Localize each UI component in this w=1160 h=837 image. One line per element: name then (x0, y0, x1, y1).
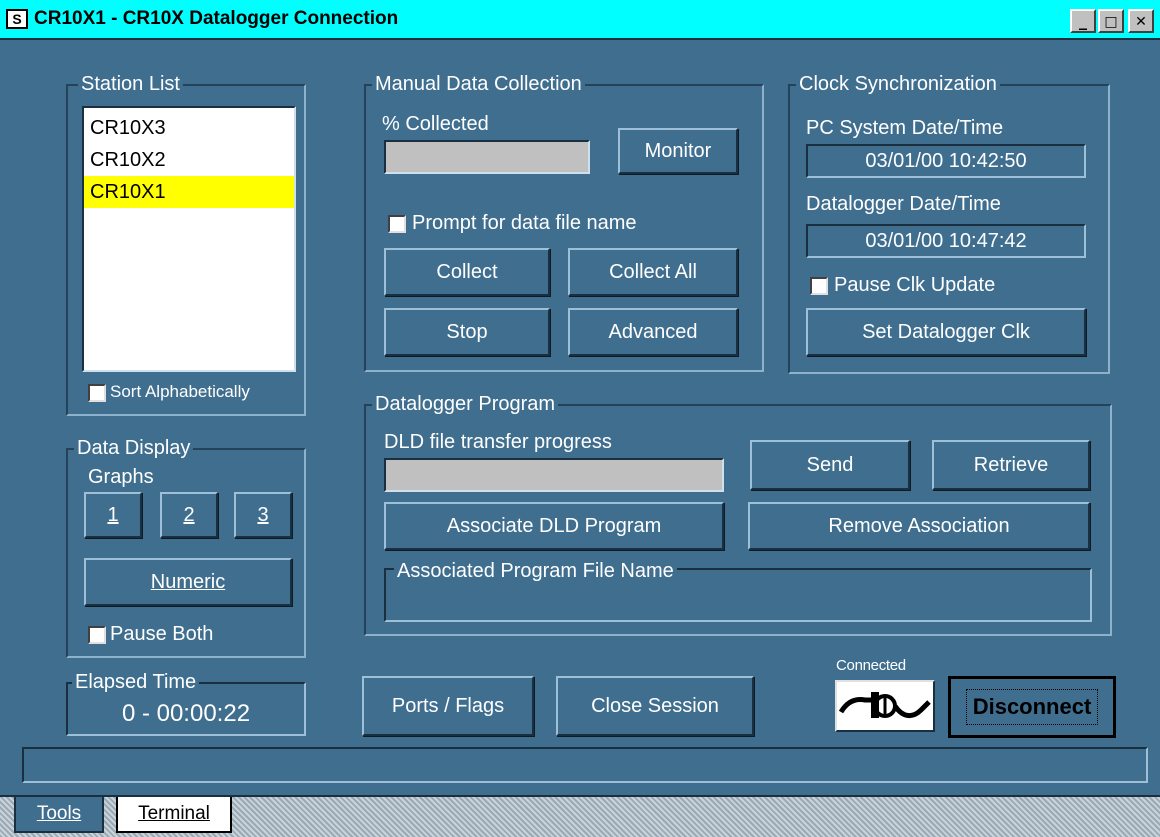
collect-button[interactable]: Collect (384, 248, 550, 296)
window-title: CR10X1 - CR10X Datalogger Connection (34, 8, 399, 29)
sort-alphabetically-checkbox[interactable] (88, 384, 106, 402)
advanced-button[interactable]: Advanced (568, 308, 738, 356)
data-display-label: Data Display (74, 437, 194, 459)
prompt-file-name-checkbox[interactable] (388, 215, 406, 233)
pause-both-checkbox[interactable] (88, 626, 106, 644)
app-window: S CR10X1 - CR10X Datalogger Connection _… (0, 0, 1160, 837)
graph-3-button[interactable]: 3 (234, 492, 292, 538)
elapsed-time-label: Elapsed Time (72, 671, 200, 693)
datalogger-datetime-label: Datalogger Date/Time (806, 193, 1001, 215)
disconnect-label: Disconnect (965, 689, 1099, 725)
dld-progress-label: DLD file transfer progress (384, 431, 612, 453)
numeric-label: Numeric (150, 570, 226, 593)
pause-clock-checkbox[interactable] (810, 277, 828, 295)
prompt-file-name-label: Prompt for data file name (412, 212, 637, 234)
collect-all-button[interactable]: Collect All (568, 248, 738, 296)
station-list-label: Station List (78, 73, 183, 95)
associate-dld-button[interactable]: Associate DLD Program (384, 502, 724, 550)
station-listbox[interactable]: CR10X3 CR10X2 CR10X1 (82, 106, 296, 372)
elapsed-time-value: 0 - 00:00:22 (121, 700, 251, 727)
graph-1-label: 1 (107, 503, 119, 526)
app-logo-icon: S (6, 9, 28, 29)
station-item-cr10x1[interactable]: CR10X1 (84, 176, 294, 208)
disconnect-button[interactable]: Disconnect (948, 676, 1116, 738)
maximize-button[interactable]: □ (1098, 9, 1124, 33)
graph-2-label: 2 (183, 503, 195, 526)
remove-association-button[interactable]: Remove Association (748, 502, 1090, 550)
connected-label: Connected (836, 657, 906, 674)
graph-2-button[interactable]: 2 (160, 492, 218, 538)
tab-terminal[interactable]: Terminal (116, 797, 232, 833)
collection-progress-bar (384, 140, 590, 174)
associated-file-name-label: Associated Program File Name (394, 560, 677, 582)
tab-strip: Tools Terminal (0, 795, 1160, 837)
pc-datetime-value: 03/01/00 10:42:50 (806, 144, 1086, 178)
clock-sync-label: Clock Synchronization (796, 73, 1000, 95)
graphs-label: Graphs (88, 466, 154, 488)
status-bar (22, 747, 1148, 783)
stop-button[interactable]: Stop (384, 308, 550, 356)
datalogger-program-label: Datalogger Program (372, 393, 559, 415)
graph-1-button[interactable]: 1 (84, 492, 142, 538)
connection-plug-icon (835, 680, 935, 732)
set-datalogger-clock-button[interactable]: Set Datalogger Clk (806, 308, 1086, 356)
minimize-icon: _ (1079, 11, 1087, 30)
dld-progress-bar (384, 458, 724, 492)
close-session-label: Close Session (591, 694, 719, 717)
pc-datetime-label: PC System Date/Time (806, 117, 1004, 139)
close-session-button[interactable]: Close Session (556, 676, 754, 736)
manual-collection-label: Manual Data Collection (372, 73, 585, 95)
pause-both-label: Pause Both (110, 623, 214, 645)
pause-clock-label: Pause Clk Update (834, 274, 996, 296)
percent-collected-label: % Collected (382, 113, 489, 135)
plug-icon (838, 692, 931, 718)
close-button[interactable]: ✕ (1128, 9, 1154, 33)
tab-tools-label: Tools (36, 803, 82, 824)
elapsed-time-box: Elapsed Time 0 - 00:00:22 (66, 671, 306, 736)
send-button[interactable]: Send (750, 440, 910, 490)
tab-tools[interactable]: Tools (14, 797, 104, 833)
ports-flags-button[interactable]: Ports / Flags (362, 676, 534, 736)
ports-flags-label: Ports / Flags (391, 694, 505, 717)
station-item-cr10x2[interactable]: CR10X2 (84, 144, 294, 176)
datalogger-datetime-value: 03/01/00 10:47:42 (806, 224, 1086, 258)
graph-3-label: 3 (257, 503, 269, 526)
maximize-icon: □ (1104, 14, 1118, 30)
close-icon: ✕ (1135, 14, 1147, 30)
title-bar[interactable]: S CR10X1 - CR10X Datalogger Connection _… (0, 0, 1160, 40)
station-item-cr10x3[interactable]: CR10X3 (84, 112, 294, 144)
monitor-button[interactable]: Monitor (618, 128, 738, 174)
minimize-button[interactable]: _ (1070, 9, 1096, 33)
numeric-button[interactable]: Numeric (84, 558, 292, 606)
tab-terminal-label: Terminal (138, 803, 210, 824)
retrieve-button[interactable]: Retrieve (932, 440, 1090, 490)
sort-alphabetically-label: Sort Alphabetically (110, 382, 250, 401)
associated-file-name-box: Associated Program File Name (384, 560, 1092, 622)
